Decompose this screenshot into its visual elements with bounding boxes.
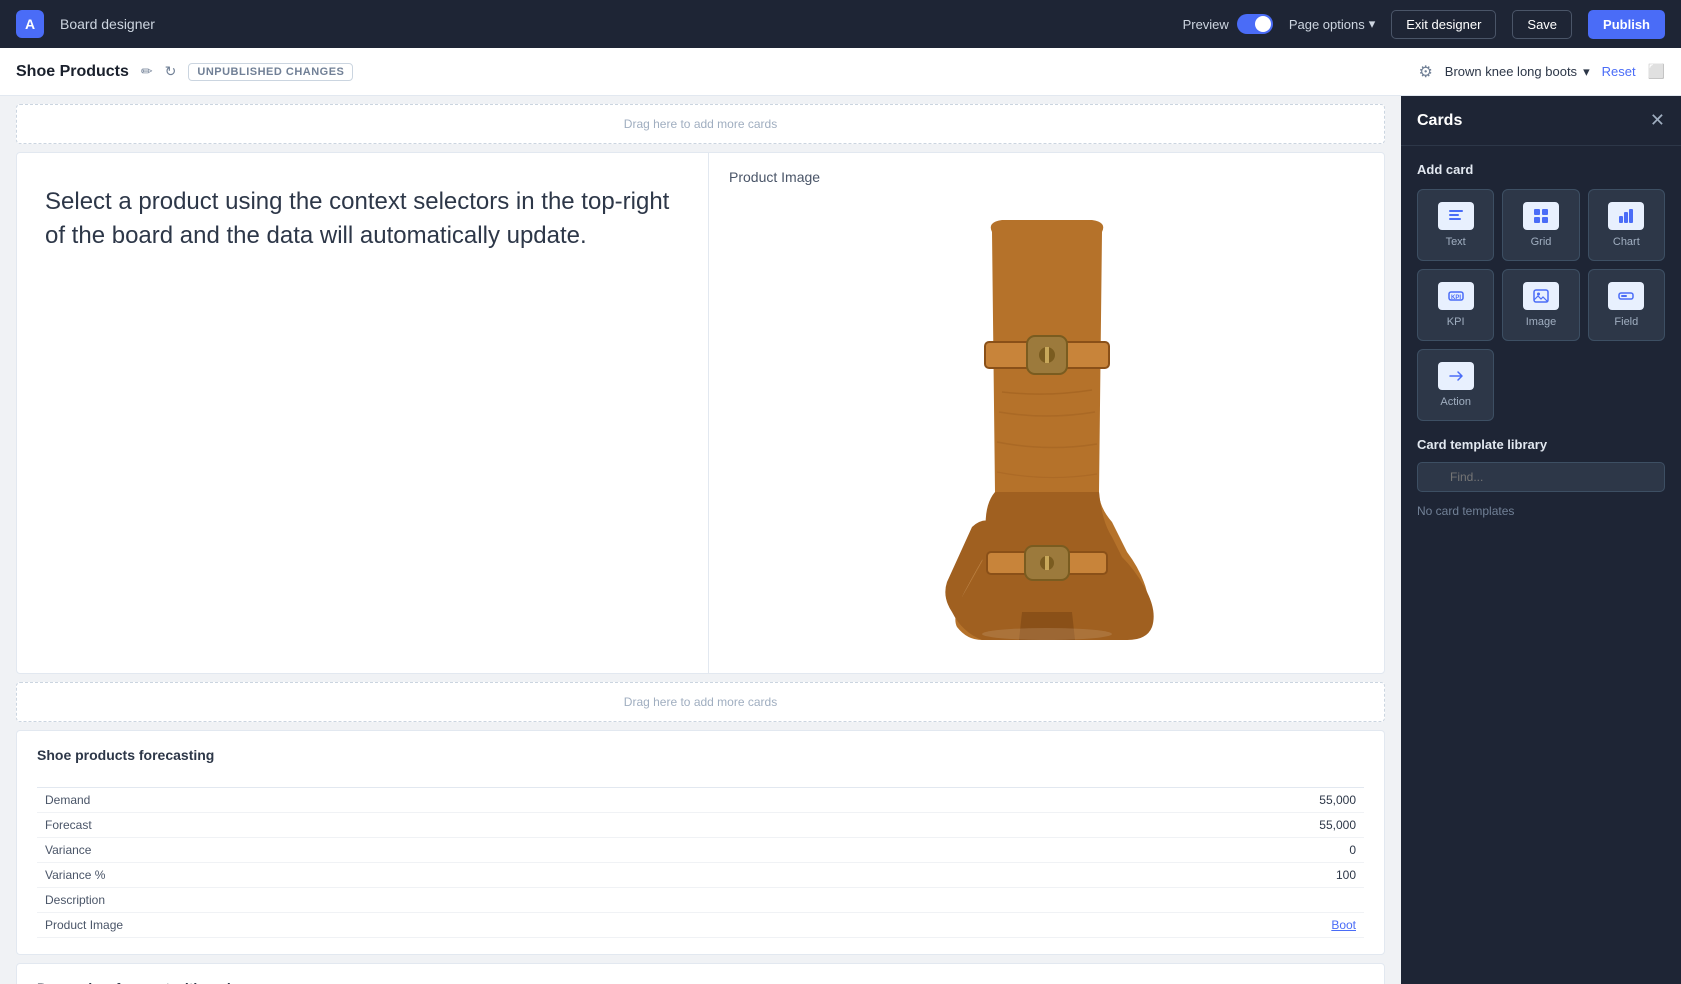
template-section: Card template library 🔍 No card template… <box>1401 437 1681 534</box>
card-type-action[interactable]: Action <box>1417 349 1494 421</box>
product-image-area <box>729 197 1364 657</box>
forecast-row-label: Product Image <box>37 913 397 938</box>
forecasting-card: Shoe products forecasting Demand55,000Fo… <box>16 730 1385 955</box>
image-card-label: Image <box>1526 316 1557 328</box>
toggle-knob <box>1255 16 1271 32</box>
text-card-icon <box>1438 202 1474 230</box>
panel-header: Cards ✕ <box>1401 96 1681 146</box>
card-type-grid[interactable]: Grid <box>1502 189 1579 261</box>
forecast-row-value: 0 <box>397 838 1364 863</box>
card-type-kpi[interactable]: KPI KPI <box>1417 269 1494 341</box>
refresh-icon[interactable]: ↻ <box>165 63 177 80</box>
preview-label: Preview <box>1183 17 1229 32</box>
text-card-content: Select a product using the context selec… <box>45 185 680 252</box>
forecast-row-value: 100 <box>397 863 1364 888</box>
main-layout: Drag here to add more cards Select a pro… <box>0 96 1681 984</box>
image-card-icon <box>1523 282 1559 310</box>
main-canvas: Drag here to add more cards Select a pro… <box>0 96 1401 984</box>
field-card-label: Field <box>1614 316 1638 328</box>
card-types-row-3: Action <box>1417 349 1665 421</box>
action-card-label: Action <box>1440 396 1471 408</box>
table-row: Forecast55,000 <box>37 813 1364 838</box>
top-navigation: A Board designer Preview Page options ▾ … <box>0 0 1681 48</box>
chart-title: Demand vs forecast with variance <box>37 980 1364 984</box>
panel-title: Cards <box>1417 112 1462 130</box>
card-types-action: Action <box>1417 349 1665 421</box>
action-card-icon <box>1438 362 1474 390</box>
chevron-down-icon: ▾ <box>1369 16 1376 32</box>
table-row: Variance0 <box>37 838 1364 863</box>
page-options-button[interactable]: Page options ▾ <box>1289 16 1375 32</box>
kpi-card-icon: KPI <box>1438 282 1474 310</box>
chart-card-label: Chart <box>1613 236 1640 248</box>
table-row: Description <box>37 888 1364 913</box>
preview-toggle-area: Preview <box>1183 14 1273 34</box>
chart-card: Demand vs forecast with variance 75k 50k… <box>16 963 1385 984</box>
preview-toggle[interactable] <box>1237 14 1273 34</box>
add-card-title: Add card <box>1417 162 1665 177</box>
template-search-input[interactable] <box>1417 462 1665 492</box>
forecasting-title: Shoe products forecasting <box>37 747 1364 763</box>
forecast-col-label <box>37 779 397 788</box>
page-title: Shoe Products <box>16 63 129 81</box>
card-types-row-1: Text Grid Chart <box>1417 189 1665 261</box>
text-card: Select a product using the context selec… <box>17 153 709 673</box>
expand-icon[interactable]: ⬜ <box>1648 63 1665 80</box>
save-button[interactable]: Save <box>1512 10 1572 39</box>
publish-button[interactable]: Publish <box>1588 10 1665 39</box>
product-image-title: Product Image <box>729 169 1364 185</box>
forecast-row-label: Description <box>37 888 397 913</box>
forecast-col-value <box>397 779 1364 788</box>
kpi-card-label: KPI <box>1447 316 1465 328</box>
template-search-wrapper: 🔍 <box>1417 462 1665 492</box>
cards-row-1: Select a product using the context selec… <box>16 152 1385 674</box>
text-card-label: Text <box>1446 236 1466 248</box>
close-icon[interactable]: ✕ <box>1650 110 1665 131</box>
table-row: Product ImageBoot <box>37 913 1364 938</box>
table-row: Variance %100 <box>37 863 1364 888</box>
add-card-section: Add card Text Grid <box>1401 146 1681 437</box>
drag-zone-mid[interactable]: Drag here to add more cards <box>16 682 1385 722</box>
forecast-row-value[interactable]: Boot <box>397 913 1364 938</box>
no-templates-label: No card templates <box>1417 504 1665 518</box>
board-designer-title: Board designer <box>60 16 155 32</box>
table-row: Demand55,000 <box>37 788 1364 813</box>
forecast-row-label: Variance % <box>37 863 397 888</box>
forecast-row-label: Variance <box>37 838 397 863</box>
card-types-row-2: KPI KPI Image Field <box>1417 269 1665 341</box>
unpublished-badge: UNPUBLISHED CHANGES <box>188 63 353 81</box>
reset-button[interactable]: Reset <box>1602 64 1636 79</box>
chevron-down-icon: ▾ <box>1583 64 1590 80</box>
product-selector[interactable]: Brown knee long boots ▾ <box>1445 64 1590 80</box>
exit-designer-button[interactable]: Exit designer <box>1391 10 1496 39</box>
drag-zone-top[interactable]: Drag here to add more cards <box>16 104 1385 144</box>
sub-header: Shoe Products ✏ ↻ UNPUBLISHED CHANGES ⚙ … <box>0 48 1681 96</box>
forecast-row-value <box>397 888 1364 913</box>
right-panel: Cards ✕ Add card Text Grid <box>1401 96 1681 984</box>
boot-svg <box>927 212 1167 642</box>
edit-icon[interactable]: ✏ <box>141 63 153 80</box>
field-card-icon <box>1608 282 1644 310</box>
grid-card-icon <box>1523 202 1559 230</box>
forecast-row-label: Demand <box>37 788 397 813</box>
forecast-table: Demand55,000Forecast55,000Variance0Varia… <box>37 779 1364 938</box>
app-logo: A <box>16 10 44 38</box>
svg-text:KPI: KPI <box>1451 295 1461 301</box>
forecast-row-value: 55,000 <box>397 788 1364 813</box>
settings-icon[interactable]: ⚙ <box>1418 62 1432 82</box>
product-name: Brown knee long boots <box>1445 64 1577 79</box>
forecast-row-label: Forecast <box>37 813 397 838</box>
card-type-text[interactable]: Text <box>1417 189 1494 261</box>
card-type-chart[interactable]: Chart <box>1588 189 1665 261</box>
forecast-row-value: 55,000 <box>397 813 1364 838</box>
product-image-card: Product Image <box>709 153 1384 673</box>
template-library-title: Card template library <box>1417 437 1665 452</box>
card-type-image[interactable]: Image <box>1502 269 1579 341</box>
card-type-field[interactable]: Field <box>1588 269 1665 341</box>
grid-card-label: Grid <box>1531 236 1552 248</box>
chart-card-icon <box>1608 202 1644 230</box>
